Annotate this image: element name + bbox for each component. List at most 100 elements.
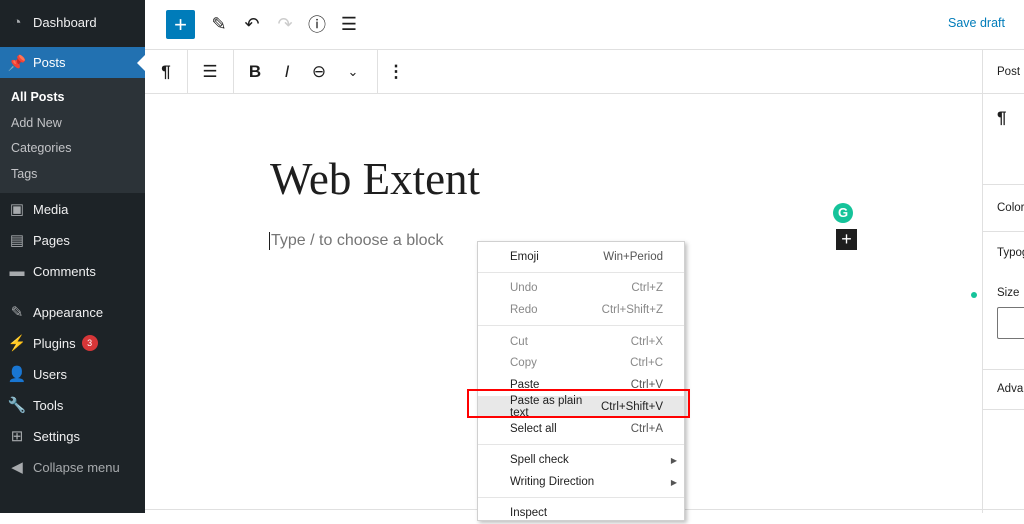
pages-icon: ▤ bbox=[9, 232, 25, 249]
settings-sidebar: Post ¶ Color Typography Size Advanced bbox=[982, 50, 1024, 513]
label: Tools bbox=[33, 397, 64, 413]
user-icon: 👤 bbox=[7, 366, 27, 383]
label: Collapse menu bbox=[33, 459, 120, 475]
label: Emoji bbox=[510, 251, 539, 263]
label: Redo bbox=[510, 304, 538, 316]
shortcut: Ctrl+C bbox=[630, 357, 663, 369]
menu-item-select-all[interactable]: Select all Ctrl+A bbox=[478, 418, 684, 440]
submenu-arrow-icon: ▶ bbox=[670, 477, 677, 487]
grammarly-icon[interactable]: G bbox=[833, 203, 853, 223]
typography-panel: Typography Size bbox=[983, 232, 1024, 370]
sidebar-item-tools[interactable]: 🔧 Tools bbox=[0, 390, 145, 420]
label: Dashboard bbox=[33, 14, 97, 30]
separator bbox=[478, 272, 684, 273]
menu-item-writing-direction[interactable]: Writing Direction ▶ bbox=[478, 471, 684, 493]
label: Writing Direction bbox=[510, 476, 595, 488]
post-tab[interactable]: Post bbox=[983, 50, 1024, 94]
menu-item-cut[interactable]: Cut Ctrl+X bbox=[478, 331, 684, 353]
sidebar-item-settings[interactable]: ⊞ Settings bbox=[0, 421, 145, 451]
label: Inspect bbox=[510, 507, 548, 519]
align-icon[interactable]: ☰ bbox=[197, 50, 223, 94]
comment-icon: ▬ bbox=[9, 262, 25, 280]
sidebar-item-users[interactable]: 👤 Users bbox=[0, 359, 145, 389]
label: Posts bbox=[33, 55, 66, 70]
label: Media bbox=[33, 201, 69, 217]
submenu-all-posts[interactable]: All Posts bbox=[11, 90, 65, 104]
info-icon[interactable]: ⓘ bbox=[306, 10, 328, 38]
sidebar-item-plugins[interactable]: ⚡ Plugins 3 bbox=[0, 328, 145, 358]
submenu-categories[interactable]: Categories bbox=[11, 141, 71, 155]
label: Comments bbox=[33, 263, 96, 279]
paragraph-block-icon: ¶ bbox=[983, 94, 1024, 185]
list-view-icon[interactable]: ☰ bbox=[338, 10, 360, 38]
typography-heading[interactable]: Typography bbox=[997, 247, 1024, 259]
shortcut: Win+Period bbox=[603, 251, 663, 263]
sidebar-item-media[interactable]: ▣ Media bbox=[0, 194, 145, 224]
wrench-icon: 🔧 bbox=[7, 397, 27, 414]
separator bbox=[478, 325, 684, 326]
post-title[interactable]: Web Extent bbox=[270, 153, 480, 205]
pin-icon: 📌 bbox=[7, 54, 27, 72]
submenu-add-new[interactable]: Add New bbox=[11, 116, 62, 130]
more-options-icon[interactable]: ⋮ bbox=[383, 50, 409, 94]
sidebar-item-appearance[interactable]: ✎ Appearance bbox=[0, 297, 145, 327]
submenu-arrow-icon: ▶ bbox=[670, 455, 677, 465]
settings-icon: ⊞ bbox=[10, 428, 24, 445]
menu-item-copy[interactable]: Copy Ctrl+C bbox=[478, 352, 684, 374]
sidebar-item-posts[interactable]: 📌 Posts bbox=[0, 47, 145, 78]
italic-icon[interactable]: I bbox=[274, 50, 300, 94]
separator bbox=[478, 497, 684, 498]
context-menu: Emoji Win+Period Undo Ctrl+Z Redo Ctrl+Shif… bbox=[477, 241, 685, 521]
shortcut: Ctrl+Shift+Z bbox=[601, 304, 663, 316]
dashboard-icon: ◔ bbox=[12, 13, 22, 31]
shortcut: Ctrl+X bbox=[630, 336, 663, 348]
size-input[interactable] bbox=[997, 307, 1024, 339]
menu-item-undo[interactable]: Undo Ctrl+Z bbox=[478, 277, 684, 299]
divider bbox=[377, 50, 378, 94]
menu-item-inspect[interactable]: Inspect bbox=[478, 502, 684, 524]
label: Copy bbox=[510, 357, 537, 369]
highlight-annotation-box bbox=[467, 389, 690, 418]
link-icon[interactable]: ⊖ bbox=[306, 50, 332, 94]
edit-pencil-icon[interactable]: ✎ bbox=[208, 10, 230, 38]
menu-item-emoji[interactable]: Emoji Win+Period bbox=[478, 246, 684, 268]
shortcut: Ctrl+Z bbox=[631, 282, 663, 294]
posts-submenu: All Posts Add New Categories Tags bbox=[0, 78, 145, 193]
separator bbox=[478, 444, 684, 445]
advanced-panel[interactable]: Advanced bbox=[983, 370, 1024, 410]
menu-item-spell-check[interactable]: Spell check ▶ bbox=[478, 449, 684, 471]
chevron-down-icon[interactable]: ⌄ bbox=[340, 50, 366, 94]
status-dot bbox=[971, 292, 977, 298]
collapse-icon: ◀ bbox=[11, 459, 23, 476]
inline-add-block-button[interactable]: + bbox=[836, 229, 857, 250]
label: Select all bbox=[510, 423, 557, 435]
sidebar-item-dashboard[interactable]: ◔ Dashboard bbox=[0, 7, 145, 37]
divider bbox=[233, 50, 234, 94]
size-label: Size bbox=[997, 287, 1020, 299]
submenu-tags[interactable]: Tags bbox=[11, 167, 37, 181]
add-block-button[interactable]: + bbox=[166, 10, 195, 39]
redo-icon[interactable]: ↷ bbox=[274, 10, 296, 38]
label: Spell check bbox=[510, 454, 569, 466]
undo-icon[interactable]: ↶ bbox=[241, 10, 263, 38]
shortcut: Ctrl+A bbox=[630, 423, 663, 435]
block-placeholder[interactable]: Type / to choose a block bbox=[269, 232, 444, 250]
block-toolbar: ¶ ☰ B I ⊖ ⌄ ⋮ bbox=[145, 50, 982, 94]
media-icon: ▣ bbox=[9, 201, 25, 218]
menu-item-redo[interactable]: Redo Ctrl+Shift+Z bbox=[478, 299, 684, 321]
color-panel[interactable]: Color bbox=[983, 185, 1024, 232]
label: Settings bbox=[33, 428, 80, 444]
paragraph-icon[interactable]: ¶ bbox=[153, 50, 179, 94]
label: Undo bbox=[510, 282, 538, 294]
bold-icon[interactable]: B bbox=[242, 50, 268, 94]
sidebar-item-comments[interactable]: ▬ Comments bbox=[0, 256, 145, 286]
admin-sidebar: ◔ Dashboard 📌 Posts All Posts Add New Cate… bbox=[0, 0, 145, 513]
label: Users bbox=[33, 366, 67, 382]
save-draft-button[interactable]: Save draft bbox=[948, 16, 1005, 30]
editor-top-toolbar: + ✎ ↶ ↷ ⓘ ☰ Save draft bbox=[145, 0, 1024, 50]
divider bbox=[187, 50, 188, 94]
sidebar-item-pages[interactable]: ▤ Pages bbox=[0, 225, 145, 255]
label: Pages bbox=[33, 232, 70, 248]
brush-icon: ✎ bbox=[10, 304, 24, 321]
collapse-menu-button[interactable]: ◀ Collapse menu bbox=[0, 452, 145, 482]
